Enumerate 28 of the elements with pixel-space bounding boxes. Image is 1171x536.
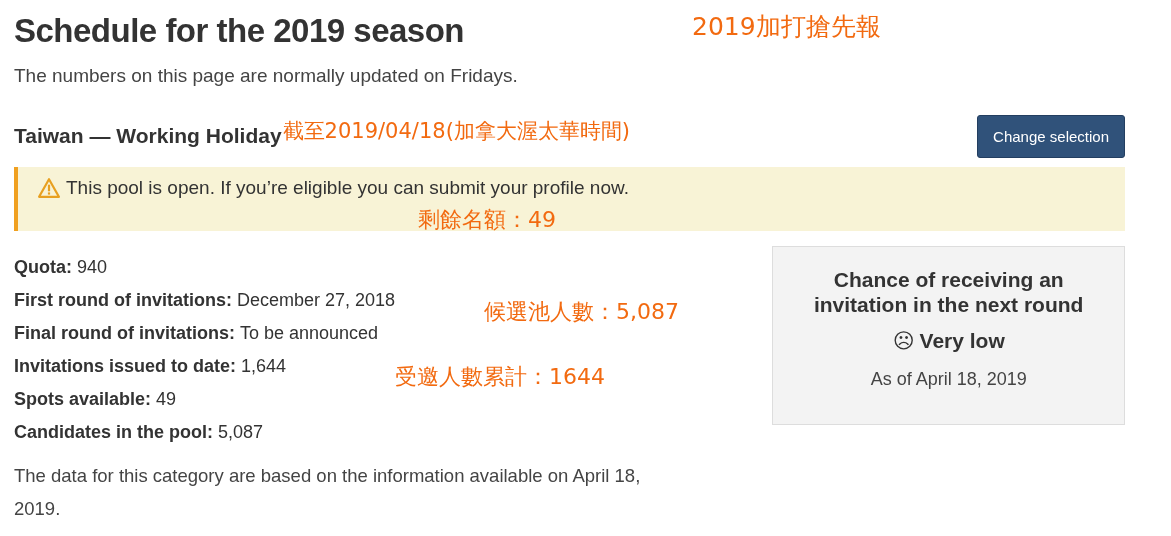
chance-rating: Very low <box>919 329 1005 353</box>
card-date: As of April 18, 2019 <box>869 369 1028 390</box>
sad-face-icon: ☹ <box>892 329 915 353</box>
annotation-text: 受邀人數累計：1644 <box>395 363 605 391</box>
annotation-text: 剩餘名額：49 <box>418 206 556 234</box>
fact-value: December 27, 2018 <box>237 290 396 310</box>
fact-value: 1,644 <box>241 356 287 376</box>
update-note: The numbers on this page are normally updated on Fridays. <box>14 65 519 87</box>
fact-label: First round of invitations: <box>14 290 232 310</box>
page-title: Schedule for the 2019 season <box>14 12 464 50</box>
annotation-text: 截至2019/04/18(加拿大渥太華時間) <box>282 118 631 145</box>
annotation-text: 候選池人數：5,087 <box>484 298 679 326</box>
fact-value: 940 <box>77 257 108 277</box>
fact-label: Invitations issued to date: <box>14 356 237 376</box>
warning-icon <box>38 178 60 198</box>
fact-value: To be announced <box>240 323 379 343</box>
annotation-text: 2019加打搶先報 <box>692 11 881 43</box>
category-heading: Taiwan — Working Holiday <box>14 124 282 148</box>
fact-label: Candidates in the pool: <box>14 422 213 442</box>
change-selection-button[interactable]: Change selection <box>977 114 1125 158</box>
fact-label: Final round of invitations: <box>14 323 235 343</box>
card-heading: Chance of receiving an invitation in the next round <box>812 267 1085 317</box>
fact-value: 49 <box>156 389 177 409</box>
fact-label: Quota: <box>14 257 72 277</box>
alert-text: This pool is open. If you’re eligible you can submit your profile now. <box>66 177 629 199</box>
fact-label: Spots available: <box>14 389 152 409</box>
data-note: The data for this category are based on the information available on April 18, 2019. <box>14 464 642 521</box>
fact-value: 5,087 <box>218 422 264 442</box>
